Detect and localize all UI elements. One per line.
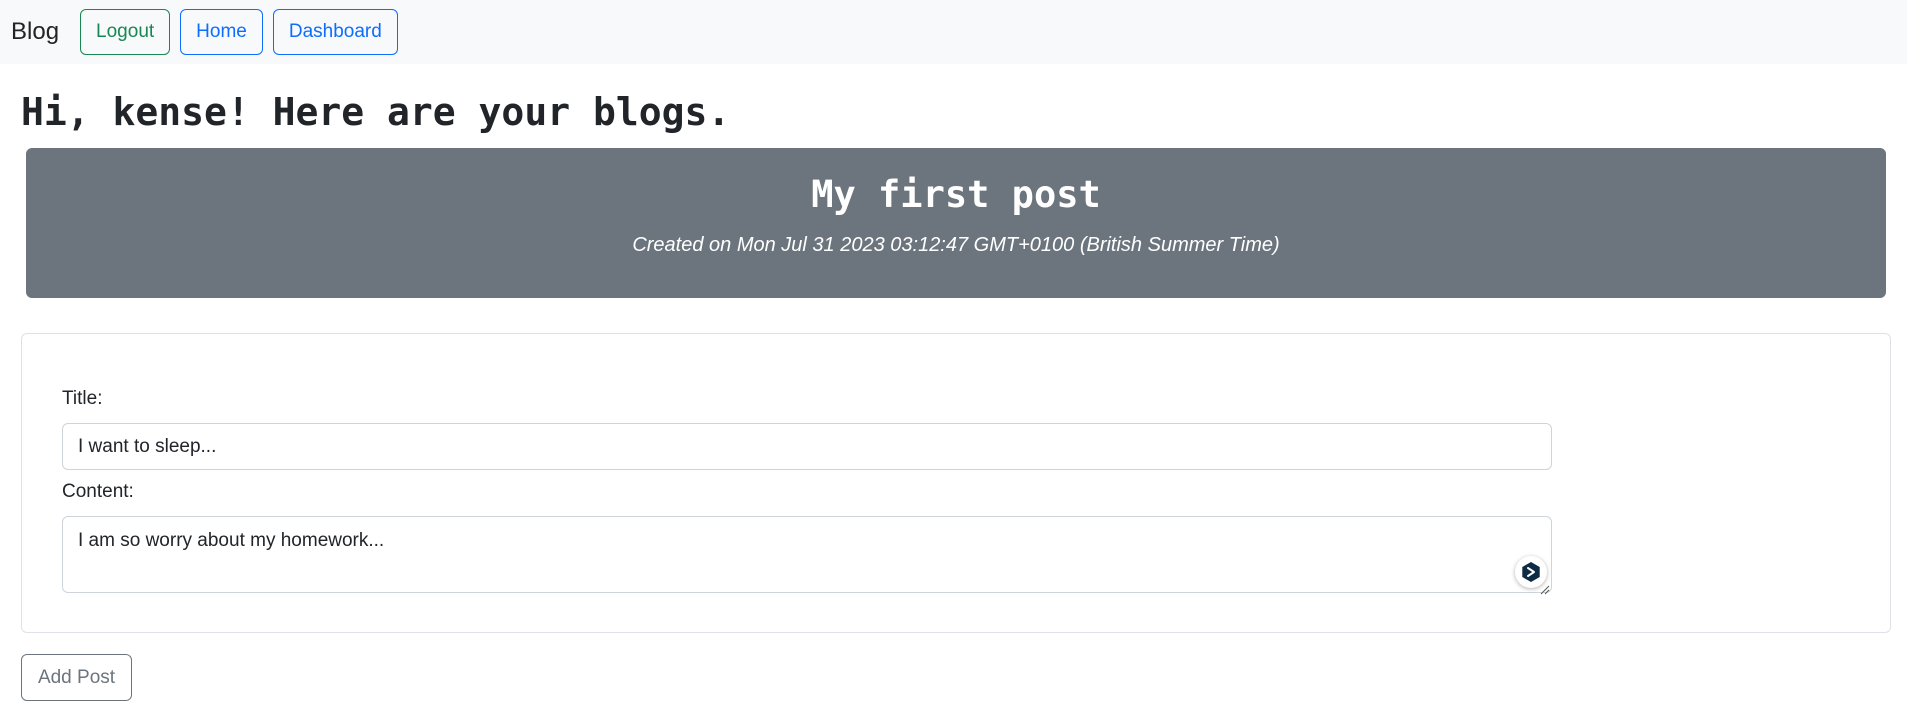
dashboard-button[interactable]: Dashboard [272,9,398,55]
brand-link[interactable]: Blog [11,18,59,46]
title-input[interactable]: I want to sleep... [62,423,1552,470]
new-post-form: Title: I want to sleep... Content: I am … [21,333,1891,633]
post-title: My first post [811,173,1101,216]
top-navbar: Blog Logout Home Dashboard [0,0,1907,64]
post-created-date: Created on Mon Jul 31 2023 03:12:47 GMT+… [632,234,1280,256]
logout-button[interactable]: Logout [80,9,171,55]
title-label: Title: [62,388,103,409]
add-post-button[interactable]: Add Post [21,654,132,701]
post-card[interactable]: My first post Created on Mon Jul 31 2023… [26,148,1886,298]
resize-handle-icon[interactable] [1540,582,1550,595]
content-label: Content: [62,481,134,502]
page-greeting: Hi, kense! Here are your blogs. [21,90,731,134]
content-textarea[interactable]: I am so worry about my homework... [62,516,1552,593]
home-button[interactable]: Home [180,9,263,55]
